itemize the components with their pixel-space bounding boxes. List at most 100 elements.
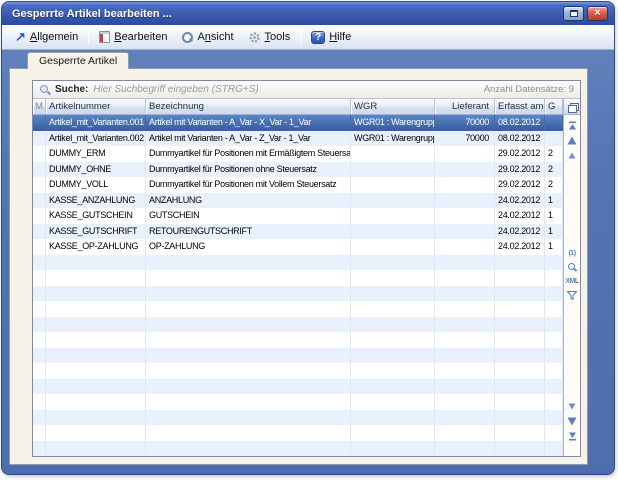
group-count-badge[interactable]: (1) bbox=[568, 249, 575, 258]
cell-wgr: WGR01 : Warengruppe 1 bbox=[351, 115, 435, 131]
empty-row bbox=[33, 286, 563, 302]
cell-lieferant bbox=[435, 146, 495, 162]
menu-bearbeiten[interactable]: Bearbeiten bbox=[92, 29, 174, 45]
cell-lieferant bbox=[435, 332, 495, 348]
gear-icon bbox=[248, 31, 261, 44]
cell-g bbox=[545, 332, 563, 348]
cell-g bbox=[545, 379, 563, 395]
search-icon bbox=[39, 84, 50, 95]
cell-lieferant bbox=[435, 286, 495, 302]
edit-icon bbox=[99, 31, 110, 43]
cell-wgr: WGR01 : Warengruppe 1 bbox=[351, 131, 435, 147]
cell-wgr bbox=[351, 363, 435, 379]
restore-icon bbox=[570, 10, 578, 17]
cell-erfasst_am bbox=[495, 348, 545, 364]
cell-lieferant bbox=[435, 441, 495, 457]
cell-m bbox=[33, 441, 46, 457]
row-up-button[interactable] bbox=[567, 135, 578, 146]
close-button[interactable]: × bbox=[587, 6, 608, 21]
cell-lieferant bbox=[435, 255, 495, 271]
column-header-artikelnummer[interactable]: Artikelnummer bbox=[46, 99, 146, 114]
cell-g: 1 bbox=[545, 239, 563, 255]
window-title: Gesperrte Artikel bearbeiten ... bbox=[12, 8, 560, 20]
cell-m bbox=[33, 348, 46, 364]
menu-tools[interactable]: Tools bbox=[241, 29, 298, 46]
column-header-bezeichnung[interactable]: Bezeichnung bbox=[146, 99, 351, 114]
row-down-button[interactable] bbox=[567, 416, 578, 427]
table-row[interactable]: KASSE_OP-ZAHLUNGOP-ZAHLUNG24.02.20121 bbox=[33, 239, 563, 255]
cell-g bbox=[545, 270, 563, 286]
cell-artikelnummer bbox=[46, 363, 146, 379]
cell-bezeichnung: Artikel mit Varianten - A_Var - Z_Var - … bbox=[146, 131, 351, 147]
small-arrow-up-icon bbox=[568, 152, 576, 159]
cell-bezeichnung bbox=[146, 379, 351, 395]
cell-g bbox=[545, 301, 563, 317]
table-row[interactable]: Artikel_mit_Varianten.002Artikel mit Var… bbox=[33, 131, 563, 147]
close-icon: × bbox=[594, 8, 600, 19]
cell-wgr bbox=[351, 286, 435, 302]
cell-artikelnummer bbox=[46, 394, 146, 410]
cell-bezeichnung: Dummyartikel für Positionen ohne Steuers… bbox=[146, 162, 351, 178]
table-row[interactable]: KASSE_ANZAHLUNGANZAHLUNG24.02.20121 bbox=[33, 193, 563, 209]
main-toolbar: ↗ Allgemein Bearbeiten Ansicht Tools ? H… bbox=[2, 25, 614, 50]
menu-hilfe[interactable]: ? Hilfe bbox=[304, 29, 358, 46]
column-header-erfasst-am[interactable]: Erfasst am bbox=[495, 99, 545, 114]
table-row[interactable]: DUMMY_OHNEDummyartikel für Positionen oh… bbox=[33, 162, 563, 178]
column-header-wgr[interactable]: WGR bbox=[351, 99, 435, 114]
cell-m bbox=[33, 224, 46, 240]
app-window: Gesperrte Artikel bearbeiten ... × ↗ All… bbox=[2, 2, 614, 474]
grid-header: M Artikelnummer Bezeichnung WGR Lieferan… bbox=[33, 99, 563, 115]
cell-g bbox=[545, 410, 563, 426]
cell-m bbox=[33, 410, 46, 426]
cell-lieferant bbox=[435, 317, 495, 333]
tab-page: Suche: Anzahl Datensätze: 9 M Artikelnum… bbox=[9, 68, 588, 465]
grid-body: M Artikelnummer Bezeichnung WGR Lieferan… bbox=[33, 99, 580, 456]
cell-lieferant bbox=[435, 363, 495, 379]
cell-bezeichnung: Artikel mit Varianten - A_Var - X_Var - … bbox=[146, 115, 351, 131]
table-row[interactable]: DUMMY_ERMDummyartikel für Positionen mit… bbox=[33, 146, 563, 162]
client-area: Gesperrte Artikel Suche: Anzahl Datensät… bbox=[2, 50, 614, 474]
scroll-to-top-button[interactable] bbox=[567, 120, 578, 131]
table-row[interactable]: KASSE_GUTSCHEINGUTSCHEIN24.02.20121 bbox=[33, 208, 563, 224]
cell-g: 1 bbox=[545, 193, 563, 209]
cell-erfasst_am: 24.02.2012 bbox=[495, 239, 545, 255]
search-input[interactable] bbox=[93, 84, 478, 95]
cell-m bbox=[33, 363, 46, 379]
cell-erfasst_am bbox=[495, 255, 545, 271]
page-down-button[interactable] bbox=[567, 401, 578, 412]
cell-m bbox=[33, 286, 46, 302]
restore-button[interactable] bbox=[563, 6, 584, 21]
table-row[interactable]: Artikel_mit_Varianten.001Artikel mit Var… bbox=[33, 115, 563, 131]
filter-button[interactable] bbox=[567, 290, 578, 301]
menu-ansicht[interactable]: Ansicht bbox=[174, 29, 240, 45]
cell-bezeichnung: RETOURENGUTSCHRIFT bbox=[146, 224, 351, 240]
tab-gesperrte-artikel[interactable]: Gesperrte Artikel bbox=[27, 52, 129, 69]
column-header-g[interactable]: G bbox=[545, 99, 563, 114]
column-chooser-button[interactable] bbox=[564, 99, 580, 115]
grid-search-button[interactable] bbox=[567, 262, 578, 273]
cell-lieferant bbox=[435, 193, 495, 209]
arrow-down-icon bbox=[567, 417, 577, 426]
cell-lieferant bbox=[435, 270, 495, 286]
column-header-m[interactable]: M bbox=[33, 99, 46, 114]
cell-bezeichnung bbox=[146, 317, 351, 333]
arrow-up-right-icon: ↗ bbox=[15, 31, 26, 43]
menu-allgemein[interactable]: ↗ Allgemein bbox=[8, 29, 85, 45]
magnifier-small-icon bbox=[567, 262, 578, 273]
cell-m bbox=[33, 394, 46, 410]
cell-lieferant bbox=[435, 301, 495, 317]
cell-erfasst_am bbox=[495, 363, 545, 379]
cell-bezeichnung bbox=[146, 425, 351, 441]
column-header-lieferant[interactable]: Lieferant bbox=[435, 99, 495, 114]
cell-artikelnummer: KASSE_ANZAHLUNG bbox=[46, 193, 146, 209]
scroll-to-top-icon bbox=[568, 121, 577, 130]
table-row[interactable]: DUMMY_VOLLDummyartikel für Positionen mi… bbox=[33, 177, 563, 193]
cell-wgr bbox=[351, 348, 435, 364]
scroll-to-bottom-button[interactable] bbox=[567, 431, 578, 442]
xml-export-button[interactable]: XML bbox=[565, 277, 578, 286]
empty-row bbox=[33, 301, 563, 317]
cell-artikelnummer bbox=[46, 332, 146, 348]
page-up-button[interactable] bbox=[567, 150, 578, 161]
table-row[interactable]: KASSE_GUTSCHRIFTRETOURENGUTSCHRIFT24.02.… bbox=[33, 224, 563, 240]
cell-bezeichnung: Dummyartikel für Positionen mit Vollem S… bbox=[146, 177, 351, 193]
